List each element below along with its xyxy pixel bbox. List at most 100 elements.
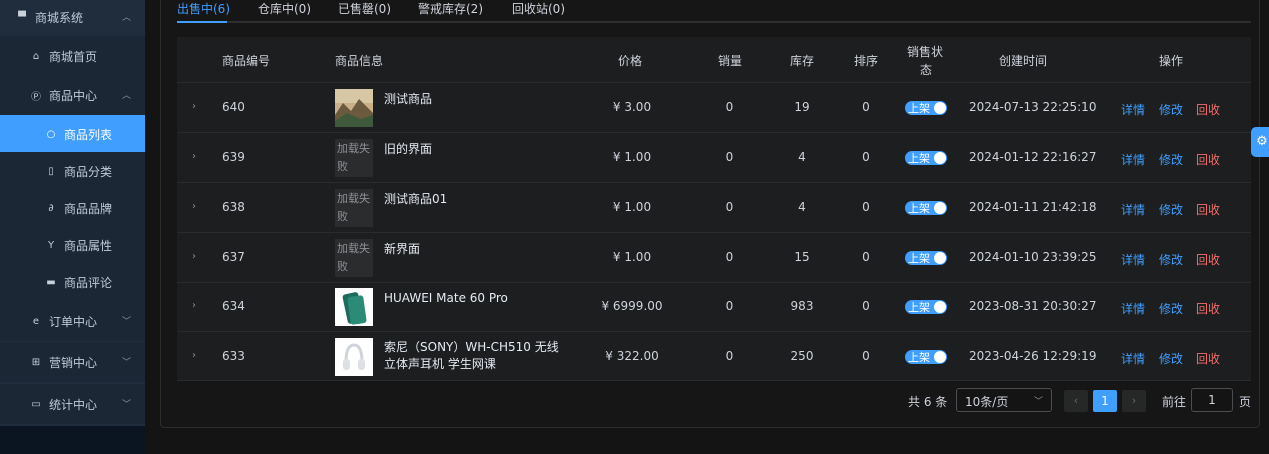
product-image <box>335 338 373 376</box>
sidebar-item-label: 商品列表 <box>64 127 113 142</box>
detail-link[interactable]: 详情 <box>1121 350 1145 367</box>
product-price: ¥ 1.00 <box>612 250 652 264</box>
header-status-line1: 销售状 <box>907 45 944 59</box>
product-id: 634 <box>222 299 245 313</box>
table-header: 商品编号 商品信息 价格 销量 库存 排序 销售状 态 创建时间 操作 <box>177 37 1251 83</box>
detail-link[interactable]: 详情 <box>1121 151 1145 168</box>
prev-page-button[interactable]: ‹ <box>1064 390 1088 412</box>
detail-link[interactable]: 详情 <box>1121 101 1145 118</box>
page-number-current[interactable]: 1 <box>1093 390 1117 412</box>
product-sales: 0 <box>725 150 734 164</box>
status-toggle[interactable]: 上架 <box>905 300 947 314</box>
tab-recycle-bin[interactable]: 回收站(0) <box>512 0 565 17</box>
sidebar-item-product-attribute[interactable]: Y 商品属性 <box>0 226 145 264</box>
sidebar-item-statistics-center[interactable]: ▭ 统计中心 ﹀ <box>0 384 145 424</box>
detail-link[interactable]: 详情 <box>1121 201 1145 218</box>
goto-label: 前往 <box>1162 395 1187 409</box>
edit-link[interactable]: 修改 <box>1159 251 1183 268</box>
recycle-link[interactable]: 回收 <box>1196 251 1220 268</box>
home-icon: ⌂ <box>32 50 40 62</box>
header-created: 创建时间 <box>999 54 1048 68</box>
tab-on-sale[interactable]: 出售中(6) <box>177 0 230 17</box>
tab-sold-out[interactable]: 已售罄(0) <box>338 0 391 17</box>
sidebar-item-product-center[interactable]: Ⓟ 商品中心 ︿ <box>0 75 145 115</box>
edit-link[interactable]: 修改 <box>1159 201 1183 218</box>
product-sales: 0 <box>725 349 734 363</box>
product-id: 637 <box>222 250 245 264</box>
sidebar-item-product-brand[interactable]: ∂ 商品品牌 <box>0 189 145 227</box>
edit-link[interactable]: 修改 <box>1159 101 1183 118</box>
expand-row-icon[interactable]: › <box>192 350 196 361</box>
expand-row-icon[interactable]: › <box>192 251 196 262</box>
product-sales: 0 <box>725 299 734 313</box>
sidebar-item-product-category[interactable]: ▯ 商品分类 <box>0 152 145 190</box>
recycle-link[interactable]: 回收 <box>1196 201 1220 218</box>
status-toggle[interactable]: 上架 <box>905 101 947 115</box>
product-name: 测试商品01 <box>384 192 448 206</box>
product-stock: 250 <box>790 349 814 363</box>
product-created: 2024-07-13 22:25:10 <box>969 100 1097 114</box>
status-toggle-label: 上架 <box>908 351 930 364</box>
chevron-up-icon: ︿ <box>121 91 131 101</box>
product-sort: 0 <box>862 100 870 114</box>
product-sort: 0 <box>862 349 870 363</box>
product-image-failed: 加载失败 <box>335 189 373 227</box>
sidebar-item-mall-system[interactable]: ▀ 商城系统 ︿ <box>0 0 145 37</box>
status-toggle-label: 上架 <box>908 102 930 115</box>
header-info: 商品信息 <box>335 54 384 68</box>
store-icon: ▀ <box>18 11 26 23</box>
next-page-button[interactable]: › <box>1122 390 1146 412</box>
edit-link[interactable]: 修改 <box>1159 300 1183 317</box>
toggle-knob <box>934 252 946 264</box>
product-id: 638 <box>222 200 245 214</box>
tab-low-stock[interactable]: 警戒库存(2) <box>418 0 483 17</box>
sidebar-item-label: 商品中心 <box>49 88 98 103</box>
gear-icon: ⚙ <box>1256 134 1268 149</box>
edit-link[interactable]: 修改 <box>1159 350 1183 367</box>
expand-row-icon[interactable]: › <box>192 300 196 311</box>
chat-icon: ▬ <box>46 276 56 288</box>
status-toggle-label: 上架 <box>908 202 930 215</box>
status-toggle-label: 上架 <box>908 152 930 165</box>
sidebar-item-order-center[interactable]: e 订单中心 ﹀ <box>0 301 145 341</box>
tab-in-warehouse[interactable]: 仓库中(0) <box>258 0 311 17</box>
status-toggle[interactable]: 上架 <box>905 251 947 265</box>
sidebar-item-product-review[interactable]: ▬ 商品评论 <box>0 263 145 301</box>
status-toggle-label: 上架 <box>908 301 930 314</box>
recycle-link[interactable]: 回收 <box>1196 300 1220 317</box>
product-stock: 983 <box>790 299 814 313</box>
product-price: ¥ 6999.00 <box>601 299 663 313</box>
header-stock: 库存 <box>790 54 815 68</box>
sidebar-item-marketing-center[interactable]: ⊞ 营销中心 ﹀ <box>0 342 145 382</box>
detail-link[interactable]: 详情 <box>1121 251 1145 268</box>
product-sort: 0 <box>862 200 870 214</box>
sidebar-item-label: 商城首页 <box>49 49 98 64</box>
expand-row-icon[interactable]: › <box>192 101 196 112</box>
expand-row-icon[interactable]: › <box>192 151 196 162</box>
page-size-select[interactable]: 10条/页 ﹀ <box>956 388 1052 412</box>
edit-link[interactable]: 修改 <box>1159 151 1183 168</box>
product-image <box>335 288 373 326</box>
recycle-link[interactable]: 回收 <box>1196 151 1220 168</box>
recycle-link[interactable]: 回收 <box>1196 101 1220 118</box>
status-toggle[interactable]: 上架 <box>905 350 947 364</box>
settings-gear-button[interactable]: ⚙ <box>1251 127 1269 157</box>
expand-row-icon[interactable]: › <box>192 201 196 212</box>
status-toggle[interactable]: 上架 <box>905 151 947 165</box>
sidebar-item-label: 营销中心 <box>49 355 98 370</box>
recycle-link[interactable]: 回收 <box>1196 350 1220 367</box>
product-image <box>335 89 373 127</box>
order-icon: e <box>32 315 40 327</box>
detail-link[interactable]: 详情 <box>1121 300 1145 317</box>
goto-page-input[interactable] <box>1191 388 1233 412</box>
status-toggle[interactable]: 上架 <box>905 201 947 215</box>
product-name: 新界面 <box>384 242 421 256</box>
sidebar-item-mall-home[interactable]: ⌂ 商城首页 <box>0 36 145 76</box>
sidebar-item-label: 统计中心 <box>49 397 98 412</box>
toggle-knob <box>934 102 946 114</box>
sidebar: ▀ 商城系统 ︿ ⌂ 商城首页 Ⓟ 商品中心 ︿ ○ 商品列表 ▯ 商品分类 ∂… <box>0 0 145 454</box>
sidebar-item-product-list[interactable]: ○ 商品列表 <box>0 115 145 153</box>
sidebar-item-label: 商品分类 <box>64 164 113 179</box>
product-stock: 15 <box>794 250 810 264</box>
header-id: 商品编号 <box>222 54 271 68</box>
